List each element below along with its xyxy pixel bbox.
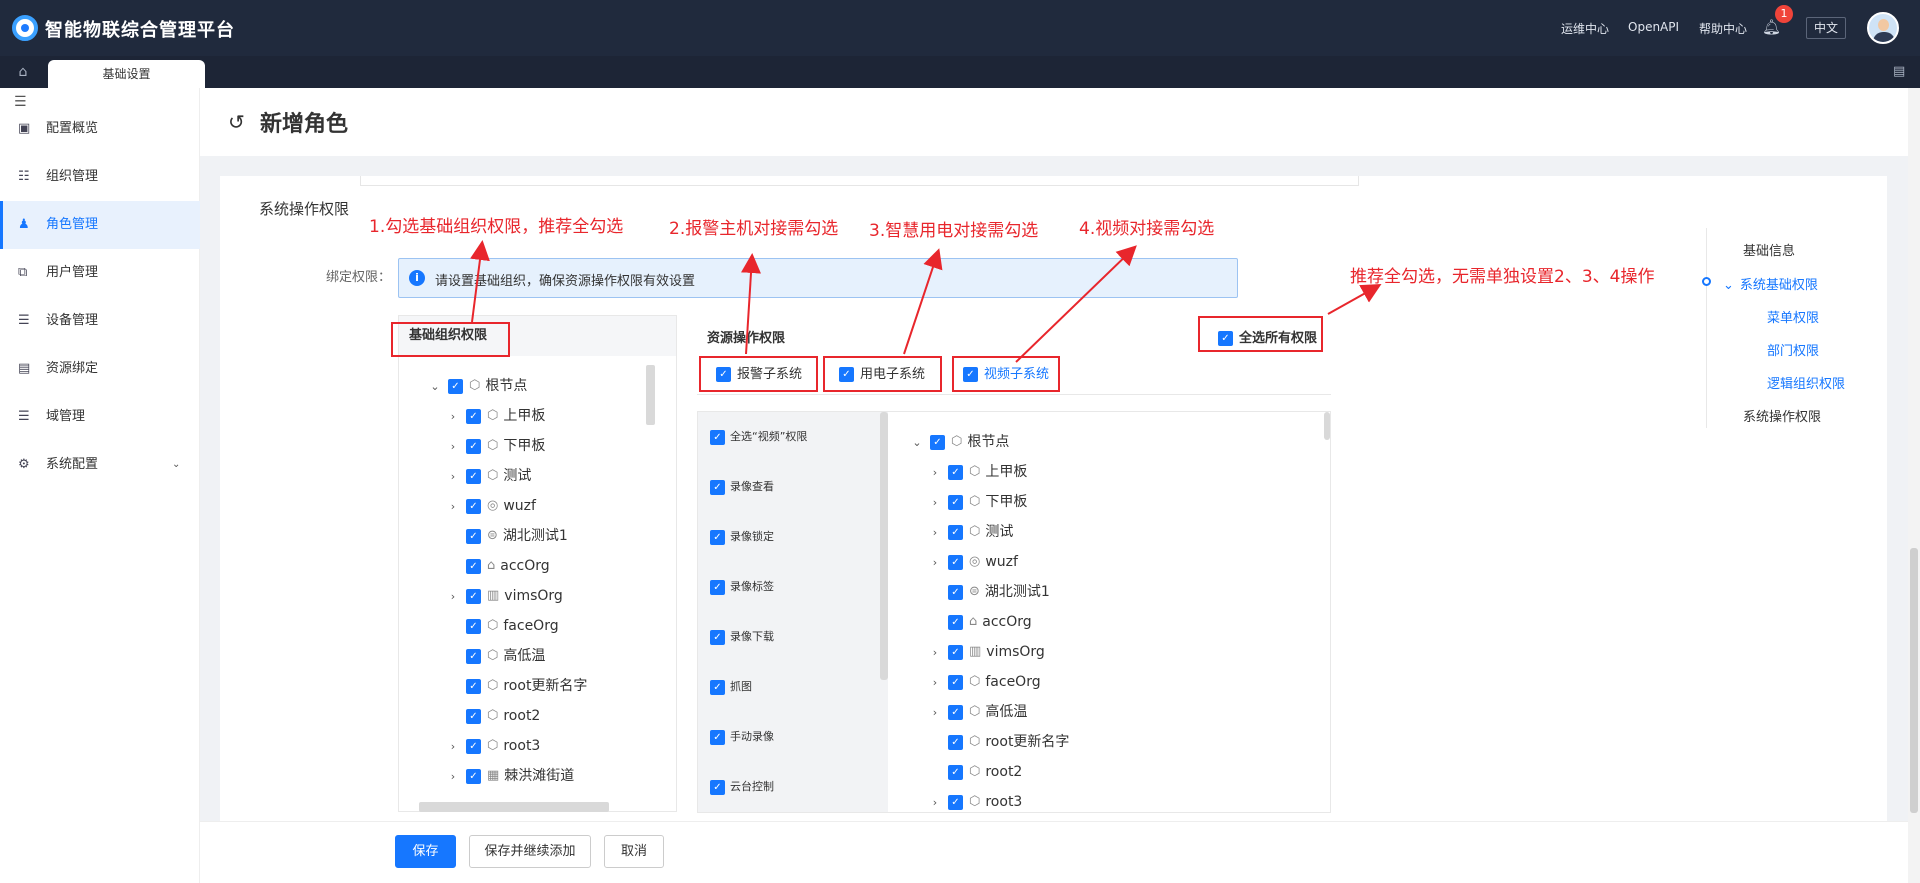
- anchor-system-base-label: 系统基础权限: [1739, 278, 1818, 293]
- cancel-button[interactable]: 取消: [604, 835, 664, 868]
- page-scrollbar[interactable]: [1908, 88, 1920, 883]
- page-scroll-thumb[interactable]: [1910, 548, 1918, 813]
- anchor-active-dot: [1702, 277, 1711, 286]
- save-button[interactable]: 保存: [395, 835, 456, 868]
- anchor-dept-perm[interactable]: 部门权限: [1767, 340, 1819, 359]
- anchor-nav: 基础信息 ⌄ 系统基础权限 菜单权限 部门权限 逻辑组织权限 系统操作权限: [1702, 228, 1912, 428]
- anchor-system-op[interactable]: 系统操作权限: [1743, 406, 1821, 425]
- anchor-logic-org-perm[interactable]: 逻辑组织权限: [1767, 373, 1845, 392]
- footer-bar: 保存 保存并继续添加 取消: [200, 821, 1908, 883]
- anchor-menu-perm[interactable]: 菜单权限: [1767, 307, 1819, 326]
- chevron-down-icon: ⌄: [1723, 278, 1734, 293]
- anchor-system-base[interactable]: ⌄ 系统基础权限: [1723, 274, 1818, 293]
- annotation-arrows: [470, 240, 1382, 363]
- save-continue-button[interactable]: 保存并继续添加: [469, 835, 591, 868]
- anchor-basic-info[interactable]: 基础信息: [1743, 240, 1795, 259]
